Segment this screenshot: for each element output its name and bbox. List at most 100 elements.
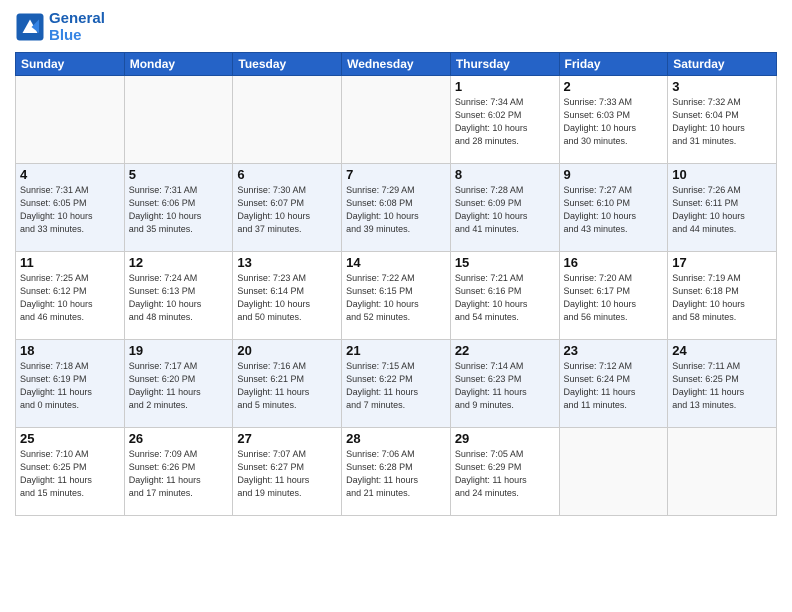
day-number: 14 xyxy=(346,255,446,270)
calendar-cell: 18Sunrise: 7:18 AM Sunset: 6:19 PM Dayli… xyxy=(16,340,125,428)
day-info: Sunrise: 7:21 AM Sunset: 6:16 PM Dayligh… xyxy=(455,272,555,324)
day-number: 1 xyxy=(455,79,555,94)
weekday-header-friday: Friday xyxy=(559,53,668,76)
calendar-cell: 24 Sunrise: 7:11 AM Sunset: 6:25 PM Dayli… xyxy=(668,340,777,428)
day-number: 21 xyxy=(346,343,446,358)
day-info: Sunrise: 7:20 AM Sunset: 6:17 PM Dayligh… xyxy=(564,272,664,324)
week-row-5: 25 Sunrise: 7:10 AM Sunset: 6:25 PM Dayli… xyxy=(16,428,777,516)
calendar-cell: 13 Sunrise: 7:23 AM Sunset: 6:14 PM Dayli… xyxy=(233,252,342,340)
calendar-cell: 22 Sunrise: 7:14 AM Sunset: 6:23 PM Dayli… xyxy=(450,340,559,428)
calendar-cell: 12 Sunrise: 7:24 AM Sunset: 6:13 PM Dayli… xyxy=(124,252,233,340)
day-number: 19 xyxy=(129,343,229,358)
calendar-cell: 7Sunrise: 7:29 AM Sunset: 6:08 PM Daylig… xyxy=(342,164,451,252)
day-info: Sunrise: 7:12 AM Sunset: 6:24 PM Dayligh… xyxy=(564,360,664,412)
weekday-header-tuesday: Tuesday xyxy=(233,53,342,76)
calendar-cell: 4 Sunrise: 7:31 AM Sunset: 6:05 PM Daylig… xyxy=(16,164,125,252)
day-number: 28 xyxy=(346,431,446,446)
day-info: Sunrise: 7:34 AM Sunset: 6:02 PM Dayligh… xyxy=(455,96,555,148)
calendar-cell: 19 Sunrise: 7:17 AM Sunset: 6:20 PM Dayli… xyxy=(124,340,233,428)
calendar-cell: 8 Sunrise: 7:28 AM Sunset: 6:09 PM Daylig… xyxy=(450,164,559,252)
day-info: Sunrise: 7:31 AM Sunset: 6:05 PM Dayligh… xyxy=(20,184,120,236)
day-number: 15 xyxy=(455,255,555,270)
day-number: 13 xyxy=(237,255,337,270)
weekday-header-sunday: Sunday xyxy=(16,53,125,76)
calendar-cell: 16 Sunrise: 7:20 AM Sunset: 6:17 PM Dayli… xyxy=(559,252,668,340)
weekday-header-row: SundayMondayTuesdayWednesdayThursdayFrid… xyxy=(16,53,777,76)
day-number: 10 xyxy=(672,167,772,182)
week-row-3: 11 Sunrise: 7:25 AM Sunset: 6:12 PM Dayli… xyxy=(16,252,777,340)
calendar-cell: 14 Sunrise: 7:22 AM Sunset: 6:15 PM Dayli… xyxy=(342,252,451,340)
calendar-cell: 21Sunrise: 7:15 AM Sunset: 6:22 PM Dayli… xyxy=(342,340,451,428)
week-row-2: 4 Sunrise: 7:31 AM Sunset: 6:05 PM Daylig… xyxy=(16,164,777,252)
day-number: 16 xyxy=(564,255,664,270)
day-number: 11 xyxy=(20,255,120,270)
day-number: 23 xyxy=(564,343,664,358)
calendar-cell: 9 Sunrise: 7:27 AM Sunset: 6:10 PM Daylig… xyxy=(559,164,668,252)
weekday-header-monday: Monday xyxy=(124,53,233,76)
day-number: 17 xyxy=(672,255,772,270)
day-info: Sunrise: 7:06 AM Sunset: 6:28 PM Dayligh… xyxy=(346,448,446,500)
day-number: 8 xyxy=(455,167,555,182)
day-info: Sunrise: 7:05 AM Sunset: 6:29 PM Dayligh… xyxy=(455,448,555,500)
day-info: Sunrise: 7:16 AM Sunset: 6:21 PM Dayligh… xyxy=(237,360,337,412)
calendar-cell xyxy=(16,76,125,164)
day-number: 3 xyxy=(672,79,772,94)
calendar-cell: 6Sunrise: 7:30 AM Sunset: 6:07 PM Daylig… xyxy=(233,164,342,252)
calendar-cell xyxy=(342,76,451,164)
header: General Blue xyxy=(15,10,777,44)
calendar-cell: 17Sunrise: 7:19 AM Sunset: 6:18 PM Dayli… xyxy=(668,252,777,340)
week-row-1: 1 Sunrise: 7:34 AM Sunset: 6:02 PM Daylig… xyxy=(16,76,777,164)
day-info: Sunrise: 7:23 AM Sunset: 6:14 PM Dayligh… xyxy=(237,272,337,324)
calendar-cell: 11 Sunrise: 7:25 AM Sunset: 6:12 PM Dayli… xyxy=(16,252,125,340)
calendar-cell: 26 Sunrise: 7:09 AM Sunset: 6:26 PM Dayli… xyxy=(124,428,233,516)
day-info: Sunrise: 7:22 AM Sunset: 6:15 PM Dayligh… xyxy=(346,272,446,324)
day-number: 24 xyxy=(672,343,772,358)
day-info: Sunrise: 7:07 AM Sunset: 6:27 PM Dayligh… xyxy=(237,448,337,500)
day-info: Sunrise: 7:27 AM Sunset: 6:10 PM Dayligh… xyxy=(564,184,664,236)
day-number: 6 xyxy=(237,167,337,182)
logo: General Blue xyxy=(15,10,105,44)
calendar-cell xyxy=(233,76,342,164)
day-info: Sunrise: 7:33 AM Sunset: 6:03 PM Dayligh… xyxy=(564,96,664,148)
calendar-cell: 10Sunrise: 7:26 AM Sunset: 6:11 PM Dayli… xyxy=(668,164,777,252)
logo-icon xyxy=(15,12,45,42)
calendar-table: SundayMondayTuesdayWednesdayThursdayFrid… xyxy=(15,52,777,516)
weekday-header-wednesday: Wednesday xyxy=(342,53,451,76)
day-number: 29 xyxy=(455,431,555,446)
day-info: Sunrise: 7:24 AM Sunset: 6:13 PM Dayligh… xyxy=(129,272,229,324)
calendar-cell: 1 Sunrise: 7:34 AM Sunset: 6:02 PM Daylig… xyxy=(450,76,559,164)
calendar-cell: 25 Sunrise: 7:10 AM Sunset: 6:25 PM Dayli… xyxy=(16,428,125,516)
day-info: Sunrise: 7:29 AM Sunset: 6:08 PM Dayligh… xyxy=(346,184,446,236)
day-number: 9 xyxy=(564,167,664,182)
weekday-header-thursday: Thursday xyxy=(450,53,559,76)
calendar-cell: 29 Sunrise: 7:05 AM Sunset: 6:29 PM Dayli… xyxy=(450,428,559,516)
day-info: Sunrise: 7:09 AM Sunset: 6:26 PM Dayligh… xyxy=(129,448,229,500)
calendar-cell xyxy=(668,428,777,516)
day-number: 4 xyxy=(20,167,120,182)
day-number: 22 xyxy=(455,343,555,358)
calendar-cell: 2 Sunrise: 7:33 AM Sunset: 6:03 PM Daylig… xyxy=(559,76,668,164)
day-info: Sunrise: 7:25 AM Sunset: 6:12 PM Dayligh… xyxy=(20,272,120,324)
day-info: Sunrise: 7:10 AM Sunset: 6:25 PM Dayligh… xyxy=(20,448,120,500)
calendar-cell: 28 Sunrise: 7:06 AM Sunset: 6:28 PM Dayli… xyxy=(342,428,451,516)
day-number: 18 xyxy=(20,343,120,358)
weekday-header-saturday: Saturday xyxy=(668,53,777,76)
day-info: Sunrise: 7:14 AM Sunset: 6:23 PM Dayligh… xyxy=(455,360,555,412)
logo-text: General Blue xyxy=(49,10,105,44)
day-number: 27 xyxy=(237,431,337,446)
calendar-cell: 27 Sunrise: 7:07 AM Sunset: 6:27 PM Dayli… xyxy=(233,428,342,516)
calendar-cell xyxy=(124,76,233,164)
day-number: 2 xyxy=(564,79,664,94)
day-number: 5 xyxy=(129,167,229,182)
day-info: Sunrise: 7:11 AM Sunset: 6:25 PM Dayligh… xyxy=(672,360,772,412)
day-number: 20 xyxy=(237,343,337,358)
day-number: 12 xyxy=(129,255,229,270)
calendar-cell: 15 Sunrise: 7:21 AM Sunset: 6:16 PM Dayli… xyxy=(450,252,559,340)
day-info: Sunrise: 7:28 AM Sunset: 6:09 PM Dayligh… xyxy=(455,184,555,236)
day-number: 26 xyxy=(129,431,229,446)
day-info: Sunrise: 7:32 AM Sunset: 6:04 PM Dayligh… xyxy=(672,96,772,148)
day-info: Sunrise: 7:17 AM Sunset: 6:20 PM Dayligh… xyxy=(129,360,229,412)
calendar-cell: 23 Sunrise: 7:12 AM Sunset: 6:24 PM Dayli… xyxy=(559,340,668,428)
week-row-4: 18Sunrise: 7:18 AM Sunset: 6:19 PM Dayli… xyxy=(16,340,777,428)
day-number: 25 xyxy=(20,431,120,446)
